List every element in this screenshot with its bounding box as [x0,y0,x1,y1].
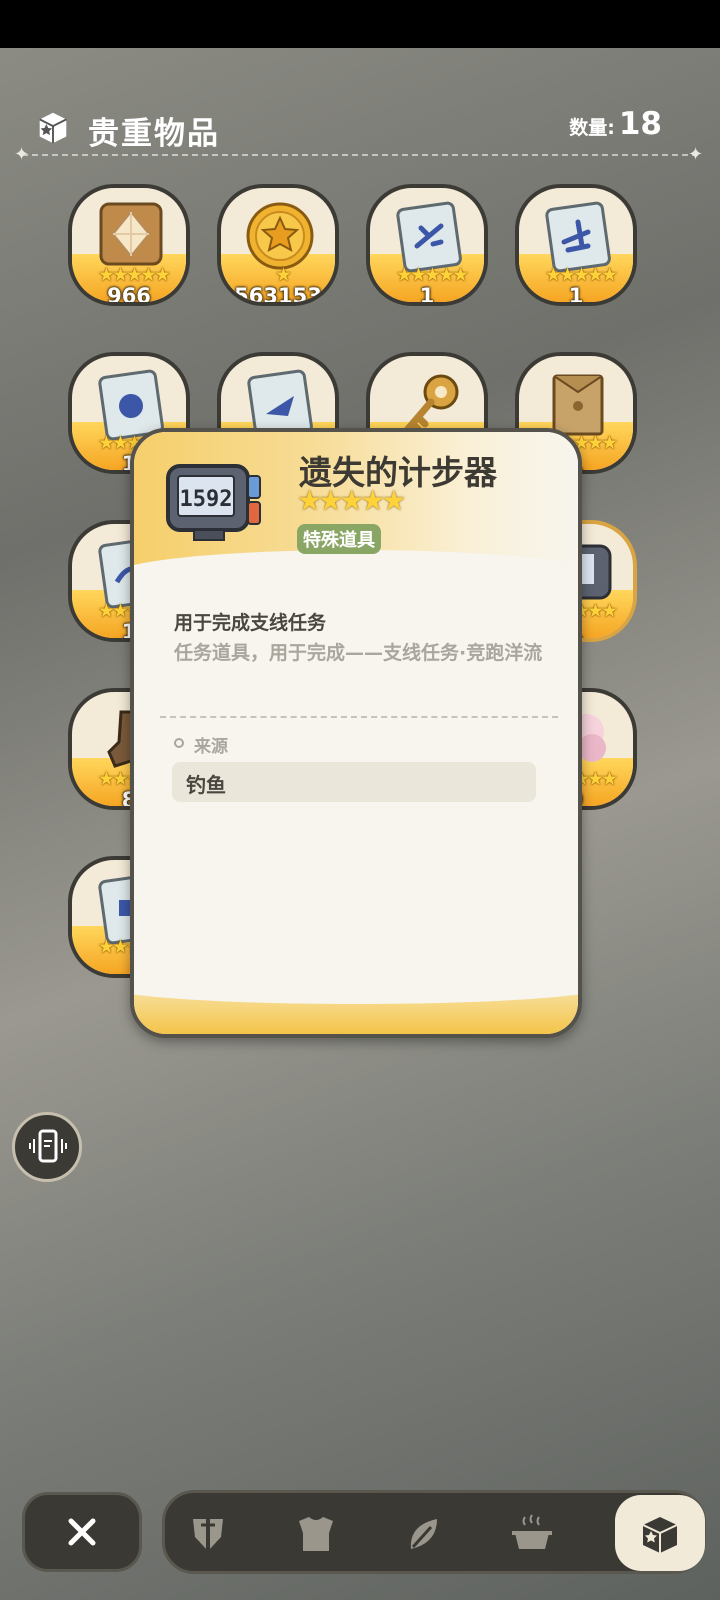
item-quantity: 563153 [234,284,322,306]
count-value: 18 [618,106,662,142]
item-rarity-stars: ★★★★★ [297,484,406,517]
treasure-box-icon [39,112,67,144]
count-label: 数量: [569,117,615,139]
treasure-box-icon [642,1517,678,1553]
tab-materials[interactable] [401,1511,447,1557]
source-label: 来源 [194,737,228,757]
inventory-header: 贵重物品 数量: 18 [0,100,720,160]
item-slot-star-coin[interactable]: ★ 563153 [217,184,339,306]
leaf-icon [410,1519,437,1549]
item-detail-card: 1592 遗失的计步器 ★★★★★ 特殊道具 用于完成支线任务 任务道具，用于完… [130,428,582,1038]
item-quantity: 1 [419,284,435,306]
pedometer-icon: 1592 [166,464,261,541]
source-entry[interactable] [172,762,536,802]
item-slot-blueprint-tools[interactable]: ★★★★★ 1 [366,184,488,306]
shield-sword-icon [193,1515,223,1553]
star-coin-icon [246,202,314,270]
phone-vibrate-icon [29,1129,67,1163]
tab-cooking[interactable] [509,1511,555,1557]
close-icon [68,1518,96,1546]
phone-shortcut-button[interactable] [12,1112,82,1182]
rarity-stars: ★★★★★ [395,264,469,286]
close-button[interactable] [22,1492,142,1572]
item-type-badge: 特殊道具 [297,524,381,554]
rarity-stars: ★ [274,264,292,286]
item-quantity: 966 [107,284,151,306]
armor-icon [299,1517,333,1551]
section-divider [160,716,558,718]
rarity-stars: ★★★★★ [544,264,618,286]
crystal-box-icon [99,202,163,266]
status-bar [0,0,720,48]
item-count: 数量: 18 [569,106,662,142]
tab-armor[interactable] [293,1511,339,1557]
blueprint-card-icon [396,201,462,273]
rarity-stars: ★★★★★ [97,264,171,286]
source-bullet-icon [174,738,184,748]
item-slot-crystal-box[interactable]: ★★★★★ 966 [68,184,190,306]
item-description-title: 用于完成支线任务 [174,612,327,634]
item-quantity: 1 [568,284,584,306]
header-divider [22,154,698,156]
cooking-pot-icon [512,1514,552,1549]
card-footer-wave [134,968,578,1034]
inventory-tab-bar [162,1490,706,1574]
source-value: 钓鱼 [186,773,226,797]
svg-text:1592: 1592 [180,487,233,512]
blueprint-card-icon [545,201,611,273]
item-description: 任务道具，用于完成——支线任务·竞跑洋流 [174,642,543,664]
tab-equipment[interactable] [185,1511,231,1557]
page-title: 贵重物品 [88,116,220,152]
item-slot-blueprint-machine[interactable]: ★★★★★ 1 [515,184,637,306]
tab-valuables-active[interactable] [615,1495,705,1571]
sparkle-icon: ✦ [688,144,704,165]
sparkle-icon: ✦ [14,144,30,165]
